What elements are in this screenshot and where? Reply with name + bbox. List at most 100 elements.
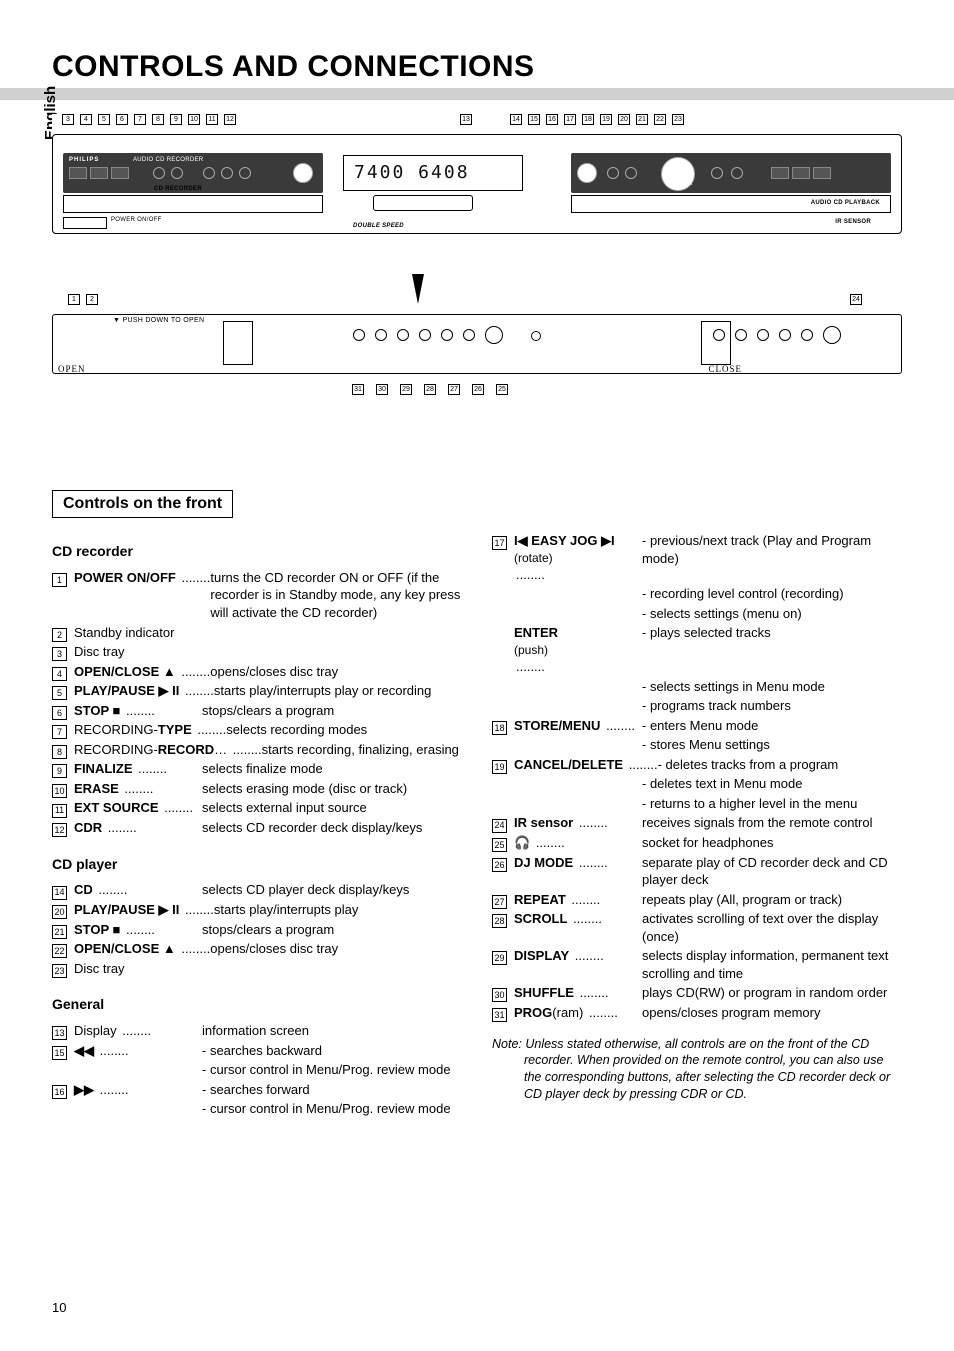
leader-dots: ........: [181, 941, 210, 956]
knob-store-menu: [711, 167, 723, 179]
aux-knob-3: [757, 329, 769, 341]
audio-playback-label: AUDIO CD PLAYBACK: [811, 200, 880, 206]
control-entry: 4OPEN/CLOSE ▲ ........opens/closes disc …: [52, 663, 462, 681]
callout-5: 5: [98, 114, 110, 125]
callout-ref-7: 7: [52, 725, 67, 739]
knob-shuffle: [375, 329, 387, 341]
right-hinge: [701, 321, 731, 365]
rec-label: AUDIO CD RECORDER: [133, 157, 203, 163]
control-entry: 21STOP ■ ........stops/clears a program: [52, 921, 462, 939]
leader-dots: ........: [181, 664, 210, 679]
control-entry: 27REPEAT ........repeats play (All, prog…: [492, 891, 902, 909]
leader-dots: ........: [181, 570, 210, 585]
leader-dots: ........: [100, 1082, 129, 1097]
leader-dots: ........: [580, 985, 609, 1000]
leader-dots: ........: [126, 922, 155, 937]
knob-record: [171, 167, 183, 179]
leader-dots: ........: [573, 911, 602, 926]
leader-dots: ........: [536, 835, 565, 850]
leader-dots: ........: [164, 800, 193, 815]
callout-9: 9: [170, 114, 182, 125]
btn-play-pause: [90, 167, 108, 179]
knob-cancel-delete: [731, 167, 743, 179]
control-entry: - cursor control in Menu/Prog. review mo…: [52, 1061, 462, 1079]
control-entry: 1POWER ON/OFF ........turns the CD recor…: [52, 569, 462, 622]
callout-21: 21: [636, 114, 648, 125]
callout-1: 1: [68, 294, 80, 305]
callout-ref-31: 31: [492, 1008, 507, 1022]
control-entry: 8RECORDING-RECORD… ........starts record…: [52, 741, 462, 759]
leader-dots: ........: [185, 902, 214, 917]
power-label: POWER ON/OFF: [111, 217, 162, 223]
leader-dots: ........: [122, 1023, 151, 1038]
control-entry: 14CD ........selects CD player deck disp…: [52, 881, 462, 899]
callout-7: 7: [134, 114, 146, 125]
callout-ref-17: 17: [492, 536, 507, 550]
knob-rec-type: [153, 167, 165, 179]
aux-knob-4: [779, 329, 791, 341]
callout-row-top-left: 3456789101112: [62, 114, 236, 125]
control-entry: 5PLAY/PAUSE ▶ II ........starts play/int…: [52, 682, 462, 700]
flap-panel-outline: ▼ PUSH DOWN TO OPEN: [52, 314, 902, 374]
control-entry: 7RECORDING-TYPE ........selects recordin…: [52, 721, 462, 739]
callout-ref-20: 20: [52, 905, 67, 919]
control-entry: 6STOP ■ ........stops/clears a program: [52, 702, 462, 720]
open-label: OPEN: [58, 364, 86, 374]
flap-knob-row: [353, 329, 503, 347]
cd-player-heading: CD player: [52, 855, 462, 874]
callout-ref-27: 27: [492, 895, 507, 909]
device-diagram: 3456789101112 13 14151617181920212223 PH…: [52, 114, 902, 444]
callout-16: 16: [546, 114, 558, 125]
control-entry: 17I◀ EASY JOG ▶I(rotate) ........- previ…: [492, 532, 902, 583]
callout-ref-1: 1: [52, 573, 67, 587]
control-entry: 12CDR ........selects CD recorder deck d…: [52, 819, 462, 837]
leader-dots: ........: [98, 882, 127, 897]
easy-jog-label: EASY JOG: [667, 145, 699, 151]
knob-cdr: [293, 163, 313, 183]
headphone-jack: [531, 331, 541, 341]
callout-12: 12: [224, 114, 236, 125]
leader-dots: ........: [233, 742, 262, 757]
control-entry: 29DISPLAY ........selects display inform…: [492, 947, 902, 982]
general-heading: General: [52, 995, 462, 1014]
display-readout: 7400 6408: [354, 162, 470, 183]
player-disc-tray: AUDIO CD PLAYBACK: [571, 195, 891, 213]
callout-8: 8: [152, 114, 164, 125]
control-entry: 28SCROLL ........activates scrolling of …: [492, 910, 902, 945]
knob-ext-source: [239, 167, 251, 179]
btn-open-close: [69, 167, 87, 179]
callout-25: 25: [496, 384, 508, 395]
close-label: CLOSE: [708, 364, 742, 374]
callout-ref-15: 15: [52, 1046, 67, 1060]
callout-row-mid-right: 24: [850, 294, 862, 305]
manual-page: English CONTROLS AND CONNECTIONS 3456789…: [0, 0, 954, 1351]
callout-4: 4: [80, 114, 92, 125]
control-entry: 13Display ........information screen: [52, 1022, 462, 1040]
knob-cd: [577, 163, 597, 183]
callout-ref-10: 10: [52, 784, 67, 798]
leader-dots: ........: [185, 683, 214, 698]
aux-big-knob: [823, 326, 841, 344]
callout-10: 10: [188, 114, 200, 125]
leader-dots: ........: [108, 820, 137, 835]
leader-dots: ........: [589, 1005, 618, 1020]
knob-dj-mode: [463, 329, 475, 341]
callout-ref-18: 18: [492, 721, 507, 735]
callout-row-top-mid: 13: [460, 114, 472, 125]
control-entry: 30SHUFFLE ........plays CD(RW) or progra…: [492, 984, 902, 1002]
enter-label: ENTER: [671, 181, 693, 187]
control-entry: 19CANCEL/DELETE ........- deletes tracks…: [492, 756, 902, 774]
control-entry: - recording level control (recording): [492, 585, 902, 603]
page-number: 10: [52, 1300, 66, 1315]
callout-26: 26: [472, 384, 484, 395]
callout-ref-13: 13: [52, 1026, 67, 1040]
leader-dots: ........: [579, 815, 608, 830]
callout-ref-12: 12: [52, 823, 67, 837]
callout-ref-11: 11: [52, 804, 67, 818]
btn-fwd: [625, 167, 637, 179]
callout-ref-30: 30: [492, 988, 507, 1002]
section-heading: Controls on the front: [63, 495, 222, 512]
control-entry: 10ERASE ........selects erasing mode (di…: [52, 780, 462, 798]
footnote: Note: Unless stated otherwise, all contr…: [492, 1036, 902, 1104]
leader-dots: ........: [100, 1043, 129, 1058]
